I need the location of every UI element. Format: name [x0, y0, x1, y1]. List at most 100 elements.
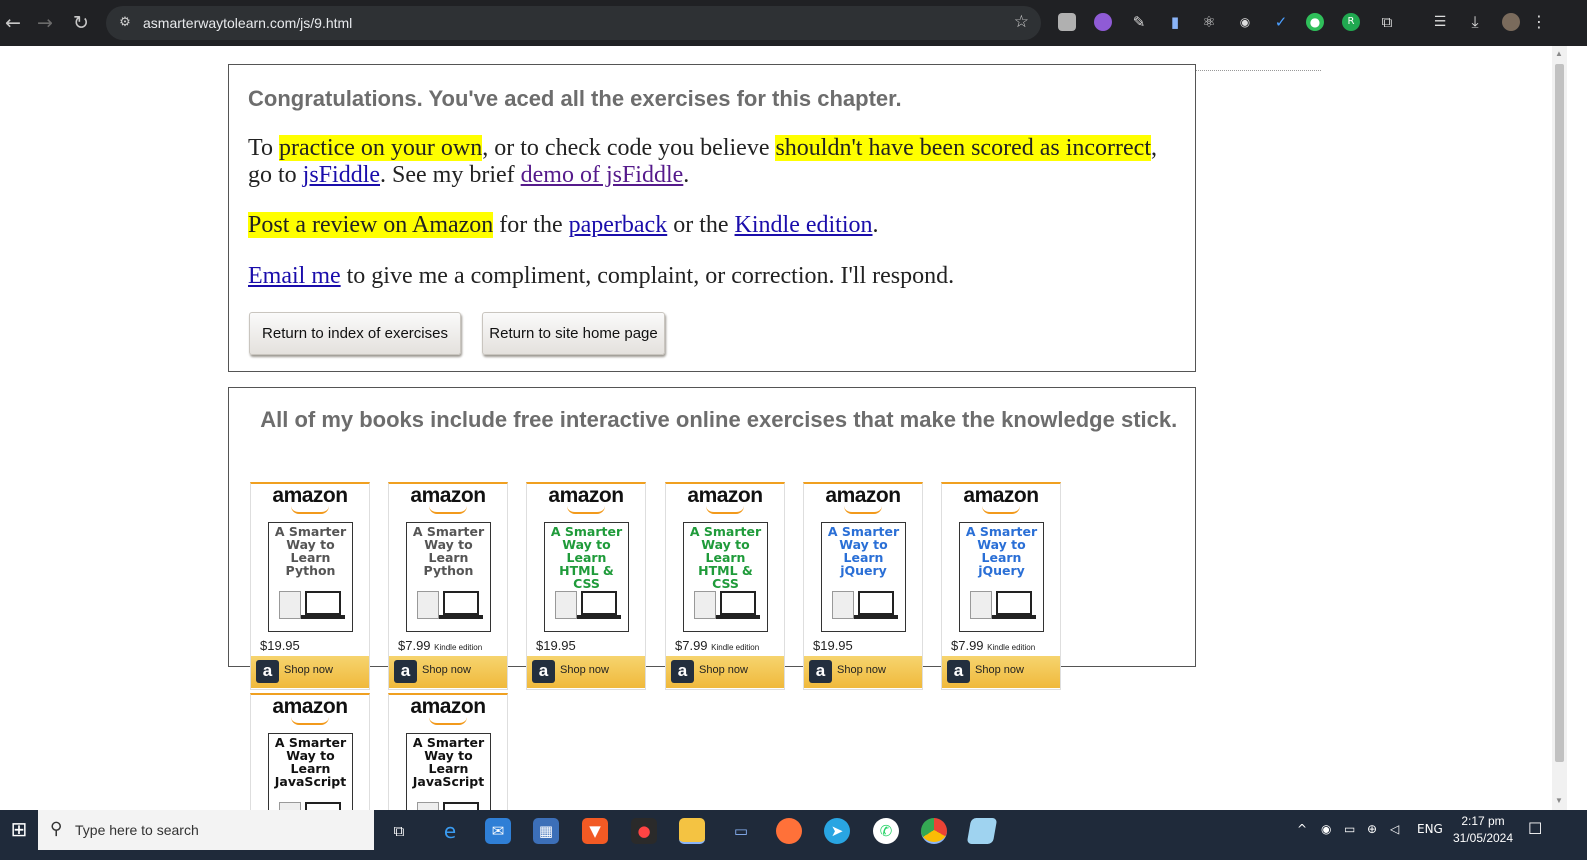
document-ext-icon[interactable]: ▮: [1166, 13, 1184, 31]
clock-time: 2:17 pm: [1461, 814, 1505, 828]
book-price: $7.99 Kindle edition: [675, 638, 759, 653]
back-arrow-icon[interactable]: ←: [0, 10, 26, 36]
book-card[interactable]: amazon A Smarter Way to Learn Python $7.99…: [388, 482, 508, 690]
amazon-smile-icon: [429, 506, 467, 514]
remote-desktop-icon[interactable]: ▭: [728, 818, 754, 844]
green-r-ext-icon[interactable]: R: [1342, 13, 1360, 31]
reload-icon[interactable]: ↻: [68, 10, 94, 36]
edge-icon[interactable]: e: [437, 818, 463, 844]
paperback-link[interactable]: paperback: [569, 212, 668, 238]
whatsapp-icon[interactable]: ✆: [873, 818, 899, 844]
book-title: A Smarter Way to Learn jQuery: [965, 524, 1038, 578]
language-indicator[interactable]: ENG: [1417, 822, 1443, 836]
profile-avatar[interactable]: [1502, 13, 1520, 31]
book-cover[interactable]: A Smarter Way to Learn Python: [406, 522, 491, 632]
congrats-heading: Congratulations. You've aced all the exe…: [248, 86, 902, 111]
tray-chevron-icon[interactable]: ^: [1297, 822, 1307, 836]
green-robot-ext-icon[interactable]: ●: [1306, 13, 1324, 31]
address-bar[interactable]: ⚙ asmarterwaytolearn.com/js/9.html ☆: [106, 6, 1041, 40]
shop-now-button[interactable]: a Shop now: [389, 656, 507, 688]
task-view-icon[interactable]: ⧉: [386, 818, 412, 844]
puzzle-extensions-icon[interactable]: ⧉: [1378, 13, 1396, 31]
windows-start-icon[interactable]: ⊞: [0, 810, 38, 850]
book-cover[interactable]: A Smarter Way to Learn HTML & CSS: [544, 522, 629, 632]
shop-now-button[interactable]: a Shop now: [666, 656, 784, 688]
pen-ext-icon[interactable]: ✎: [1130, 13, 1148, 31]
email-paragraph: Email me to give me a compliment, compla…: [248, 263, 1168, 290]
book-cover[interactable]: A Smarter Way to Learn jQuery: [959, 522, 1044, 632]
laptop-icon: [439, 591, 483, 619]
price-value: $7.99: [675, 638, 708, 653]
atom-ext-icon[interactable]: ⚛: [1200, 13, 1218, 31]
bookmark-star-icon[interactable]: ☆: [1014, 12, 1029, 32]
taskbar-search[interactable]: ⚲ Type here to search: [38, 810, 374, 850]
amazon-logo: amazon: [272, 695, 348, 718]
book-cover[interactable]: A Smarter Way to Learn jQuery: [821, 522, 906, 632]
notifications-icon[interactable]: ☐: [1528, 819, 1542, 838]
mail-icon[interactable]: ✉: [485, 818, 511, 844]
book-card[interactable]: amazon A Smarter Way to Learn JavaScript: [388, 693, 508, 843]
scroll-down-icon[interactable]: ▼: [1555, 796, 1563, 805]
book-cover[interactable]: A Smarter Way to Learn HTML & CSS: [683, 522, 768, 632]
book-card[interactable]: amazon A Smarter Way to Learn jQuery $7.99…: [941, 482, 1061, 690]
book-cover[interactable]: A Smarter Way to Learn Python: [268, 522, 353, 632]
laptop-icon: [992, 591, 1036, 619]
kebab-menu-icon[interactable]: ⋮: [1530, 13, 1548, 31]
forward-arrow-icon[interactable]: →: [32, 10, 58, 36]
firefox-icon[interactable]: [776, 818, 802, 844]
text: , or to check code you believe: [482, 135, 776, 161]
return-index-button[interactable]: Return to index of exercises: [249, 312, 461, 355]
book-card[interactable]: amazon A Smarter Way to Learn JavaScript: [250, 693, 370, 843]
email-me-link[interactable]: Email me: [248, 263, 341, 289]
purple-gradient-ext-icon[interactable]: [1094, 13, 1112, 31]
amazon-a-icon: a: [809, 660, 832, 683]
price-value: $19.95: [813, 638, 853, 653]
download-icon[interactable]: ⤓: [1466, 13, 1484, 31]
amazon-smile-icon: [567, 506, 605, 514]
site-info-icon[interactable]: ⚙: [116, 14, 134, 32]
book-page-icon: [832, 591, 854, 619]
playlist-icon[interactable]: ☰: [1431, 13, 1449, 31]
return-home-button[interactable]: Return to site home page: [482, 312, 665, 355]
scroll-up-icon[interactable]: ▲: [1555, 49, 1563, 58]
amazon-a-icon: a: [256, 660, 279, 683]
shop-now-label: Shop now: [284, 664, 333, 676]
file-explorer-icon[interactable]: [679, 818, 705, 844]
kindle-edition-link[interactable]: Kindle edition: [735, 212, 873, 238]
shop-now-button[interactable]: a Shop now: [527, 656, 645, 688]
book-price: $7.99 Kindle edition: [951, 638, 1035, 653]
tray-record-icon[interactable]: ◉: [1321, 822, 1331, 836]
highlight-review: Post a review on Amazon: [248, 212, 494, 238]
page-scrollbar[interactable]: ▲ ▼: [1552, 46, 1567, 810]
clock[interactable]: 2:17 pm 31/05/2024: [1448, 813, 1518, 847]
book-card[interactable]: amazon A Smarter Way to Learn HTML & CSS $…: [665, 482, 785, 690]
brave-icon[interactable]: ▼: [582, 818, 608, 844]
url-text[interactable]: asmarterwaytolearn.com/js/9.html: [143, 14, 352, 32]
price-note: Kindle edition: [711, 643, 760, 652]
shop-now-button[interactable]: a Shop now: [251, 656, 369, 688]
chrome-icon[interactable]: [921, 818, 947, 844]
store-icon[interactable]: ▦: [533, 818, 559, 844]
book-card[interactable]: amazon A Smarter Way to Learn HTML & CSS $…: [526, 482, 646, 690]
screen-recorder-icon[interactable]: ●: [631, 818, 657, 844]
shop-now-button[interactable]: a Shop now: [804, 656, 922, 688]
volume-icon[interactable]: ◁: [1390, 822, 1399, 836]
jsfiddle-demo-link[interactable]: demo of jsFiddle: [521, 162, 684, 188]
book-card[interactable]: amazon A Smarter Way to Learn jQuery $19.9…: [803, 482, 923, 690]
shop-now-label: Shop now: [837, 664, 886, 676]
shop-now-button[interactable]: a Shop now: [942, 656, 1060, 688]
amazon-smile-icon: [982, 506, 1020, 514]
text: or the: [667, 212, 735, 238]
blue-check-ext-icon[interactable]: ✓: [1272, 13, 1290, 31]
network-icon[interactable]: ⊕: [1367, 822, 1377, 836]
amazon-logo: amazon: [410, 695, 486, 718]
grey-square-ext-icon[interactable]: [1058, 13, 1076, 31]
telegram-icon[interactable]: ➤: [824, 818, 850, 844]
jsfiddle-link[interactable]: jsFiddle: [303, 162, 380, 188]
scroll-thumb[interactable]: [1555, 64, 1564, 762]
book-card[interactable]: amazon A Smarter Way to Learn Python $19.9…: [250, 482, 370, 690]
battery-icon[interactable]: ▭: [1344, 822, 1355, 836]
fox-ext-icon[interactable]: ◉: [1236, 13, 1254, 31]
notepad-icon[interactable]: [966, 818, 998, 844]
price-note: Kindle edition: [434, 643, 483, 652]
